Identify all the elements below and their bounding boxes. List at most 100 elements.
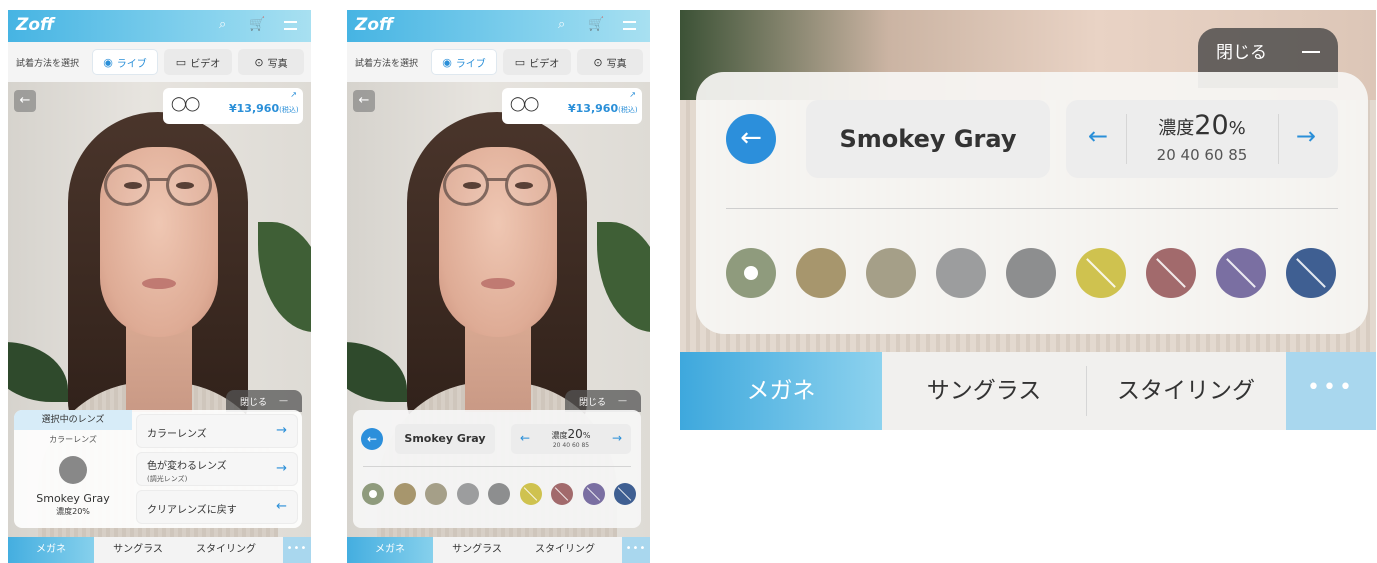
divider: [1126, 114, 1127, 164]
mode-video-button[interactable]: ▭ ビデオ: [503, 49, 571, 75]
selected-lens-density: 濃度20%: [56, 507, 90, 516]
density-prev-button[interactable]: ←: [1088, 122, 1108, 150]
mode-video-label: ビデオ: [529, 58, 560, 70]
density-label: 濃度20%: [1158, 110, 1246, 141]
selected-lens-category: カラーレンズ: [49, 435, 97, 444]
tryon-screen-color-picker: Zoff ⌕ 🛒 試着方法を選択 ◉ ライブ ▭ ビデオ ⊙ 写真 ← ◯◯ ¥…: [347, 10, 650, 563]
color-swatch[interactable]: [936, 248, 986, 298]
camera-icon: ⊙: [593, 55, 603, 69]
lens-name: Smokey Gray: [395, 424, 495, 454]
zoff-logo[interactable]: Zoff: [355, 15, 393, 35]
zoff-logo[interactable]: Zoff: [16, 15, 54, 35]
more-icon[interactable]: •••: [283, 537, 311, 563]
color-swatch[interactable]: [1146, 248, 1196, 298]
plant-leaf: [258, 222, 311, 332]
tryon-mode-bar: 試着方法を選択 ◉ ライブ ▭ ビデオ ⊙ 写真: [347, 42, 650, 82]
mode-video-button[interactable]: ▭ ビデオ: [164, 49, 232, 75]
lens-color-panel: ← Smokey Gray ← 濃度20% 20 40 60 85 →: [353, 410, 641, 528]
color-swatch[interactable]: [362, 483, 384, 505]
tab-sunglasses[interactable]: サングラス: [433, 537, 521, 563]
close-label: 閉じる: [578, 397, 606, 408]
divider: [363, 466, 631, 467]
bottom-nav: メガネ サングラス スタイリング •••: [8, 537, 311, 563]
cart-icon[interactable]: 🛒: [249, 17, 265, 32]
mode-live-button[interactable]: ◉ ライブ: [92, 49, 158, 75]
density-next-button[interactable]: →: [612, 431, 622, 445]
color-swatch[interactable]: [519, 483, 542, 505]
menu-icon[interactable]: [284, 21, 297, 30]
tab-sunglasses[interactable]: サングラス: [882, 352, 1086, 430]
close-panel-button[interactable]: 閉じる —: [226, 390, 302, 412]
product-price-card[interactable]: ◯◯ ¥13,960(税込) ↗: [163, 88, 303, 124]
color-swatch[interactable]: [1216, 248, 1266, 298]
color-swatch[interactable]: [425, 483, 447, 505]
back-circle-button[interactable]: ←: [726, 114, 776, 164]
color-swatch[interactable]: [1286, 248, 1336, 298]
more-icon[interactable]: •••: [622, 537, 650, 563]
clear-lens-option[interactable]: クリアレンズに戻す ←: [136, 490, 298, 524]
color-swatch[interactable]: [582, 483, 605, 505]
color-swatch[interactable]: [1006, 248, 1056, 298]
back-circle-button[interactable]: ←: [361, 428, 383, 450]
back-arrow-icon: ←: [19, 93, 31, 108]
glasses-icon: ◯◯: [171, 96, 200, 112]
mode-live-button[interactable]: ◉ ライブ: [431, 49, 497, 75]
lens-select-panel: 選択中のレンズ カラーレンズ Smokey Gray 濃度20% カラーレンズ …: [14, 410, 302, 528]
color-swatch[interactable]: [796, 248, 846, 298]
product-price-card[interactable]: ◯◯ ¥13,960(税込) ↗: [502, 88, 642, 124]
close-label: 閉じる: [1216, 43, 1267, 63]
product-price: ¥13,960(税込): [568, 102, 638, 115]
color-swatch[interactable]: [393, 483, 416, 505]
more-icon[interactable]: •••: [1286, 352, 1376, 430]
mode-photo-label: 写真: [606, 58, 627, 70]
color-swatch[interactable]: [614, 483, 636, 505]
tab-glasses[interactable]: メガネ: [680, 352, 882, 430]
density-selector: ← 濃度20% 20 40 60 85 →: [511, 424, 631, 454]
menu-icon[interactable]: [623, 21, 636, 30]
tryon-mode-bar: 試着方法を選択 ◉ ライブ ▭ ビデオ ⊙ 写真: [8, 42, 311, 82]
video-icon: ▭: [514, 55, 526, 69]
tryon-screen-lens-select: Zoff ⌕ 🛒 試着方法を選択 ◉ ライブ ▭ ビデオ ⊙ 写真 ← ◯◯ ¥…: [8, 10, 311, 563]
minus-icon: —: [279, 396, 288, 406]
color-swatch[interactable]: [866, 248, 916, 298]
close-label: 閉じる: [239, 397, 267, 408]
density-options: 20 40 60 85: [552, 442, 590, 449]
back-button[interactable]: ←: [353, 90, 375, 112]
search-icon[interactable]: ⌕: [558, 17, 565, 32]
tab-glasses[interactable]: メガネ: [8, 537, 94, 563]
color-swatch[interactable]: [726, 248, 776, 298]
option-label: クリアレンズに戻す: [147, 505, 237, 516]
virtual-glasses-bridge: [148, 178, 168, 181]
tab-styling[interactable]: スタイリング: [182, 537, 270, 563]
color-swatch[interactable]: [456, 483, 479, 505]
close-panel-button[interactable]: 閉じる —: [565, 390, 641, 412]
density-prev-button[interactable]: ←: [520, 431, 530, 445]
tab-styling[interactable]: スタイリング: [521, 537, 609, 563]
minus-icon: —: [618, 396, 627, 406]
color-lens-option[interactable]: カラーレンズ →: [136, 414, 298, 448]
mode-photo-button[interactable]: ⊙ 写真: [577, 49, 643, 75]
product-price: ¥13,960(税込): [229, 102, 299, 115]
divider: [726, 208, 1338, 209]
selected-indicator: [744, 266, 758, 280]
search-icon[interactable]: ⌕: [219, 17, 226, 32]
model-lips: [481, 278, 515, 289]
photochromic-lens-option[interactable]: 色が変わるレンズ (調光レンズ) →: [136, 452, 298, 486]
mode-label: 試着方法を選択: [355, 59, 419, 69]
color-swatch[interactable]: [488, 483, 510, 505]
mode-photo-button[interactable]: ⊙ 写真: [238, 49, 304, 75]
bottom-nav: メガネ サングラス スタイリング •••: [680, 352, 1376, 430]
cart-icon[interactable]: 🛒: [588, 17, 604, 32]
external-link-icon: ↗: [290, 90, 297, 99]
tab-styling[interactable]: スタイリング: [1086, 352, 1286, 430]
tab-glasses[interactable]: メガネ: [347, 537, 433, 563]
option-label: 色が変わるレンズ: [147, 461, 227, 472]
back-button[interactable]: ←: [14, 90, 36, 112]
color-swatch[interactable]: [551, 483, 573, 505]
live-icon: ◉: [442, 55, 452, 69]
tab-sunglasses[interactable]: サングラス: [94, 537, 182, 563]
color-swatch[interactable]: [1076, 248, 1126, 298]
minus-icon: [1302, 51, 1320, 53]
external-link-icon: ↗: [629, 90, 636, 99]
density-next-button[interactable]: →: [1296, 122, 1316, 150]
